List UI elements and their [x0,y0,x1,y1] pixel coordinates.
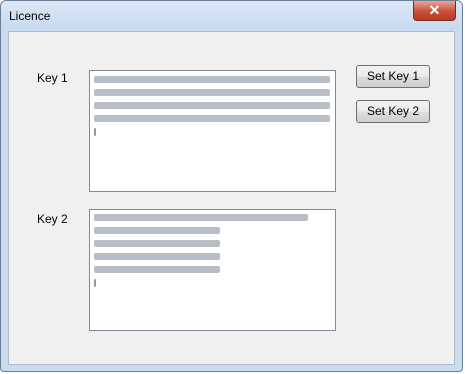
key1-text-line [94,115,330,122]
key1-textarea[interactable] [89,70,336,192]
set-key2-button[interactable]: Set Key 2 [356,100,430,123]
key2-text-line [94,266,220,273]
dialog-client-area: Key 1 Set Key 1 Set Key 2 Key 2 [8,31,455,365]
key2-text-line [94,227,220,234]
key2-text-line [94,253,220,260]
title-bar[interactable]: Licence ✕ [1,1,462,31]
key2-text-line [94,214,308,221]
text-caret [94,128,96,136]
set-key1-button[interactable]: Set Key 1 [356,65,430,88]
key1-text-line [94,76,330,83]
close-button[interactable]: ✕ [413,1,456,21]
text-caret [94,279,96,287]
key2-text-line [94,240,220,247]
key1-label: Key 1 [37,71,68,85]
close-icon: ✕ [428,2,441,18]
window-title: Licence [9,9,51,23]
licence-dialog: Licence ✕ Key 1 Set Key 1 Set Key 2 Key … [0,0,463,372]
key2-label: Key 2 [37,212,68,226]
key1-text-line [94,102,330,109]
key2-textarea[interactable] [89,209,336,331]
key1-text-line [94,89,330,96]
